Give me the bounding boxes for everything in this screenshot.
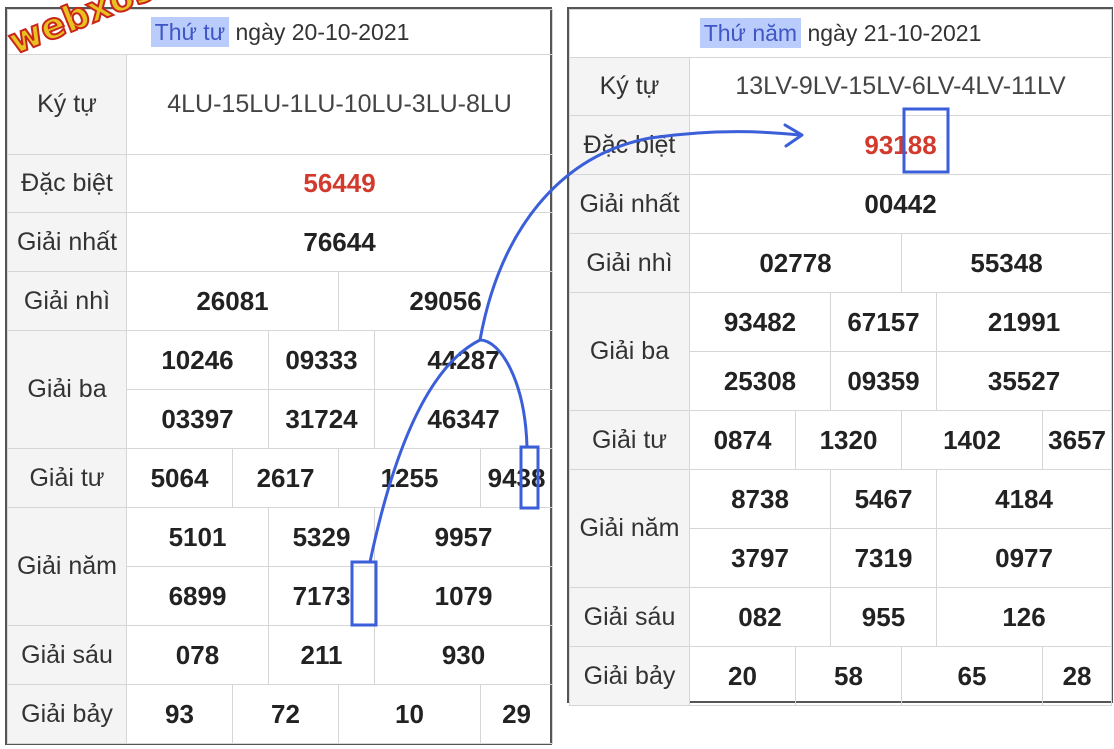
right-prize3-value: 09359 [830, 351, 937, 411]
left-kytu-label: Ký tự [7, 54, 127, 155]
right-prize5-value: 4184 [935, 469, 1113, 529]
left-prize7-value: 72 [232, 684, 339, 744]
left-prize7-label: Giải bảy [7, 684, 127, 744]
left-prize4-value: 1255 [338, 448, 481, 508]
right-prize3-value: 21991 [935, 292, 1113, 352]
right-prize4-value: 1320 [795, 410, 902, 470]
left-prize6-value: 078 [126, 625, 269, 685]
right-prize7-value: 20 [689, 646, 796, 706]
left-prize5-value: 1079 [373, 566, 554, 626]
left-kytu-value: 4LU-15LU-1LU-10LU-3LU-8LU [125, 54, 554, 155]
right-prize6-value: 082 [689, 587, 831, 647]
right-prize5-value: 0977 [935, 528, 1113, 588]
right-prize3-value: 35527 [935, 351, 1113, 411]
right-date-header: Thứ năm ngày 21-10-2021 [568, 9, 1113, 58]
left-prize4-value: 9438 [479, 448, 554, 508]
left-prize5-label: Giải năm [7, 507, 127, 626]
right-prize1-label: Giải nhất [569, 174, 690, 234]
left-prize1-label: Giải nhất [7, 212, 127, 272]
left-weekday-highlight: Thứ tư [150, 16, 230, 47]
left-special-label: Đặc biệt [7, 154, 127, 213]
left-date-text: ngày 20-10-2021 [229, 18, 410, 45]
right-prize3-value: 25308 [689, 351, 831, 411]
left-special-value: 56449 [125, 154, 554, 213]
right-prize5-value: 7319 [830, 528, 937, 588]
right-results-table: Thứ năm ngày 21-10-2021 Ký tự 13LV-9LV-1… [568, 9, 1113, 706]
right-prize4-value: 1402 [901, 410, 1043, 470]
right-prize7-label: Giải bảy [569, 646, 690, 706]
right-prize2-value: 55348 [900, 233, 1113, 293]
left-prize3-value: 46347 [373, 389, 554, 449]
left-prize2-value: 29056 [337, 271, 554, 331]
right-date-text: ngày 21-10-2021 [801, 20, 982, 46]
left-prize7-value: 93 [126, 684, 233, 744]
left-prize6-label: Giải sáu [7, 625, 127, 685]
left-prize1-value: 76644 [125, 212, 554, 272]
right-special-label: Đặc biệt [569, 115, 690, 175]
right-special-value: 93188 [688, 115, 1113, 175]
left-prize3-value: 10246 [126, 330, 269, 390]
right-prize7-value: 58 [795, 646, 902, 706]
right-prize4-value: 3657 [1041, 410, 1113, 470]
right-prize5-value: 3797 [689, 528, 831, 588]
left-prize3-value: 31724 [268, 389, 375, 449]
left-prize4-value: 2617 [232, 448, 339, 508]
right-results-panel: Thứ năm ngày 21-10-2021 Ký tự 13LV-9LV-1… [567, 7, 1113, 706]
left-prize5-value: 5329 [268, 507, 375, 567]
left-prize3-value: 44287 [373, 330, 554, 390]
left-prize2-label: Giải nhì [7, 271, 127, 331]
right-prize5-value: 8738 [689, 469, 831, 529]
right-prize7-value: 28 [1041, 646, 1113, 706]
right-prize6-value: 126 [935, 587, 1113, 647]
right-prize2-label: Giải nhì [569, 233, 690, 293]
left-prize5-value: 6899 [126, 566, 269, 626]
right-prize4-label: Giải tư [569, 410, 690, 470]
left-prize7-value: 10 [338, 684, 481, 744]
left-prize3-value: 03397 [126, 389, 269, 449]
right-prize6-value: 955 [830, 587, 937, 647]
right-prize4-value: 0874 [689, 410, 796, 470]
right-prize3-value: 93482 [689, 292, 831, 352]
right-prize7-value: 65 [901, 646, 1043, 706]
left-prize4-label: Giải tư [7, 448, 127, 508]
right-prize3-label: Giải ba [569, 292, 690, 411]
left-results-table: Thứ tư ngày 20-10-2021 Ký tự 4LU-15LU-1L… [6, 9, 554, 744]
right-prize2-value: 02778 [689, 233, 902, 293]
right-prize3-value: 67157 [830, 292, 937, 352]
left-prize7-value: 29 [479, 684, 554, 744]
left-prize5-value: 5101 [126, 507, 269, 567]
left-prize2-value: 26081 [126, 271, 339, 331]
left-prize5-value: 9957 [373, 507, 554, 567]
left-prize4-value: 5064 [126, 448, 233, 508]
left-prize3-label: Giải ba [7, 330, 127, 449]
right-prize5-label: Giải năm [569, 469, 690, 588]
left-prize6-value: 930 [373, 625, 554, 685]
right-prize5-value: 5467 [830, 469, 937, 529]
right-kytu-label: Ký tự [569, 57, 690, 116]
left-prize5-value: 7173 [268, 566, 375, 626]
left-prize3-value: 09333 [268, 330, 375, 390]
left-prize6-value: 211 [268, 625, 375, 685]
left-results-panel: Thứ tư ngày 20-10-2021 Ký tự 4LU-15LU-1L… [5, 7, 554, 745]
right-kytu-value: 13LV-9LV-15LV-6LV-4LV-11LV [688, 57, 1113, 116]
right-weekday-highlight: Thứ năm [699, 18, 802, 48]
right-prize6-label: Giải sáu [569, 587, 690, 647]
right-prize1-value: 00442 [688, 174, 1113, 234]
